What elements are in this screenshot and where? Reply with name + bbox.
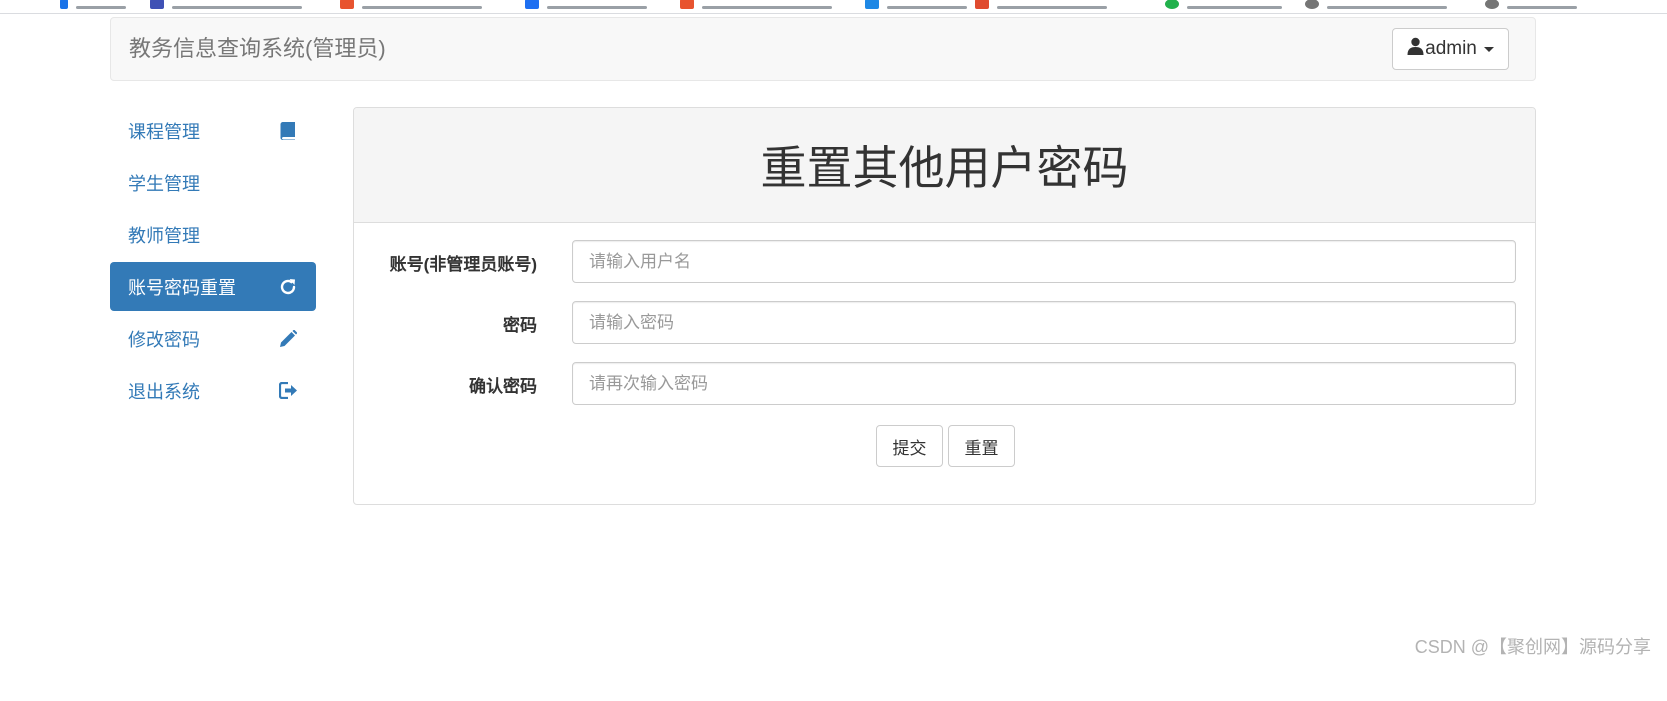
bookmark-item[interactable] (60, 0, 126, 9)
confirm-password-label: 确认密码 (469, 376, 537, 396)
bookmark-item[interactable] (1485, 0, 1577, 9)
confirm-password-input[interactable] (572, 362, 1516, 405)
form-row-account: 账号(非管理员账号) (354, 240, 1535, 284)
form-buttons: 提交 重置 (876, 425, 1015, 467)
account-label: 账号(非管理员账号) (389, 254, 537, 274)
pencil-icon (278, 329, 298, 349)
form-row-confirm-password: 确认密码 (354, 362, 1535, 406)
sidebar-item-account-reset[interactable]: 账号密码重置 (110, 262, 316, 311)
sidebar-item-course-management[interactable]: 课程管理 (110, 106, 316, 155)
bookmark-item[interactable] (865, 0, 967, 9)
caret-down-icon (1483, 46, 1494, 52)
submit-button[interactable]: 提交 (876, 425, 943, 467)
app-brand[interactable]: 教务信息查询系统(管理员) (129, 36, 386, 62)
sidebar-item-student-management[interactable]: 学生管理 (110, 158, 316, 207)
sidebar-item-change-password[interactable]: 修改密码 (110, 314, 316, 363)
sidebar-item-label: 课程管理 (128, 121, 200, 142)
user-menu-label: admin (1425, 38, 1477, 59)
sidebar-item-teacher-management[interactable]: 教师管理 (110, 210, 316, 259)
sidebar-nav: 课程管理 学生管理 教师管理 账号密码重置 修改密码 退出系统 (110, 106, 316, 418)
panel-heading: 重置其他用户密码 (354, 108, 1535, 223)
logout-icon (278, 381, 298, 401)
bookmark-item[interactable] (1305, 0, 1447, 9)
bookmark-item[interactable] (975, 0, 1107, 9)
reset-password-panel: 重置其他用户密码 账号(非管理员账号) 密码 确认密码 提交 重置 (353, 107, 1536, 505)
csdn-watermark: CSDN @【聚创网】源码分享 (1414, 637, 1651, 657)
sidebar-item-label: 修改密码 (128, 329, 200, 350)
sidebar-item-label: 学生管理 (128, 173, 200, 194)
book-icon (278, 121, 298, 141)
sidebar-item-label: 教师管理 (128, 225, 200, 246)
user-menu-button[interactable]: admin (1392, 28, 1509, 70)
account-input[interactable] (572, 240, 1516, 283)
user-icon (1407, 37, 1424, 61)
sidebar-item-label: 账号密码重置 (128, 277, 236, 298)
page-title: 重置其他用户密码 (760, 142, 1129, 194)
password-label: 密码 (503, 315, 537, 335)
sidebar-item-label: 退出系统 (128, 381, 200, 402)
refresh-icon (278, 277, 298, 297)
bookmark-item[interactable] (1165, 0, 1282, 9)
bookmark-item[interactable] (340, 0, 482, 9)
reset-button[interactable]: 重置 (948, 425, 1015, 467)
sidebar-item-logout[interactable]: 退出系统 (110, 366, 316, 415)
browser-bookmarks-bar (0, 0, 1667, 14)
form-row-password: 密码 (354, 301, 1535, 345)
bookmark-item[interactable] (680, 0, 832, 9)
bookmark-item[interactable] (150, 0, 302, 9)
bookmark-item[interactable] (525, 0, 647, 9)
top-navbar: 教务信息查询系统(管理员) admin (110, 17, 1536, 81)
password-input[interactable] (572, 301, 1516, 344)
